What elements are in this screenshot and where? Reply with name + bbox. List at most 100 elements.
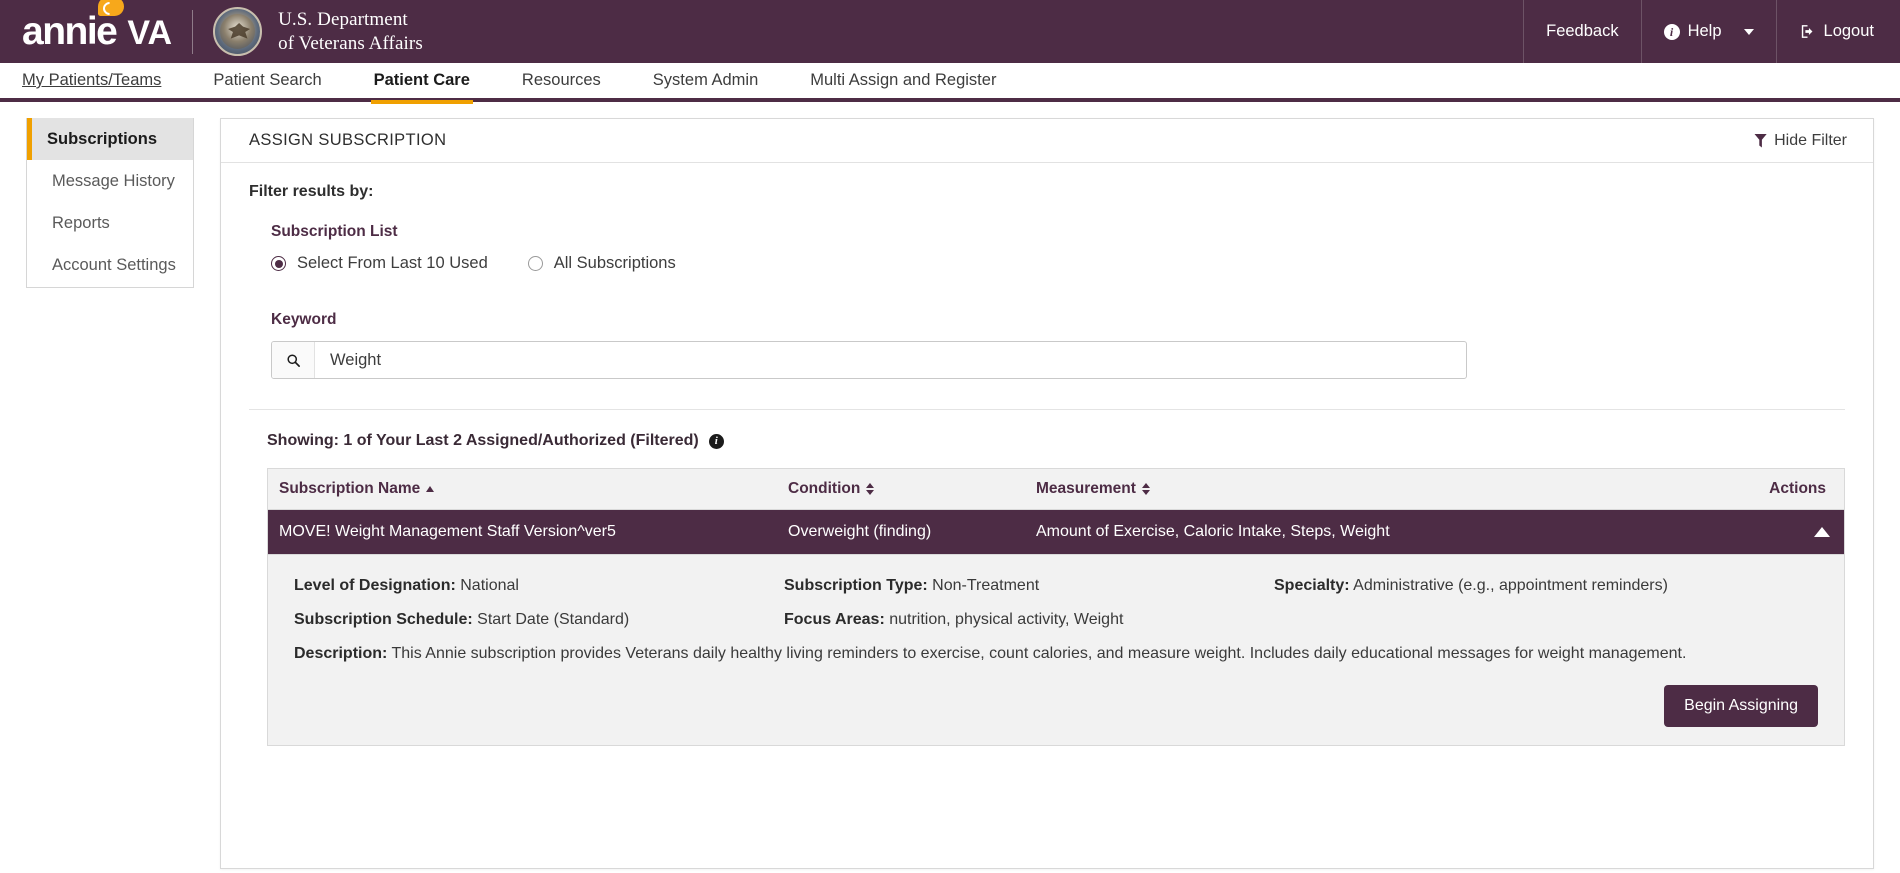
- keyword-label: Keyword: [271, 311, 337, 328]
- help-menu-button[interactable]: i Help: [1640, 0, 1776, 63]
- main-navigation: My Patients/Teams Patient Search Patient…: [0, 61, 1900, 104]
- page-title: ASSIGN SUBSCRIPTION: [249, 131, 447, 149]
- sidebar-item-label: Message History: [52, 171, 175, 190]
- column-label: Measurement: [1036, 480, 1136, 497]
- chevron-down-icon: [1743, 28, 1754, 35]
- field-label: Subscription Schedule:: [294, 611, 473, 628]
- top-brand-bar: annie VA U.S. Department of Veterans Aff…: [0, 0, 1900, 63]
- radio-label: Select From Last 10 Used: [297, 254, 488, 272]
- va-dept-line1: U.S. Department: [278, 9, 408, 31]
- field-value: nutrition, physical activity, Weight: [889, 611, 1124, 628]
- logout-button[interactable]: Logout: [1775, 0, 1900, 63]
- brand-divider: [192, 9, 194, 54]
- cell-condition: Overweight (finding): [788, 523, 932, 540]
- va-dept-line2: of Veterans Affairs: [278, 32, 423, 54]
- va-seal-icon: [213, 7, 263, 56]
- annie-wordmark: annie: [22, 10, 118, 53]
- sidebar-item-message-history[interactable]: Message History: [27, 160, 193, 202]
- search-icon-container: [272, 342, 315, 378]
- field-description: Description: This Annie subscription pro…: [294, 645, 1818, 663]
- sidebar-item-subscriptions[interactable]: Subscriptions: [27, 118, 193, 160]
- sidebar-item-label: Reports: [52, 213, 110, 232]
- radio-all-subscriptions[interactable]: All Subscriptions: [527, 254, 676, 273]
- sidebar-item-label: Subscriptions: [47, 129, 158, 148]
- sidebar-item-account-settings[interactable]: Account Settings: [27, 244, 193, 286]
- field-label: Description:: [294, 645, 388, 662]
- results-count: Showing: 1 of Your Last 2 Assigned/Autho…: [267, 432, 1845, 450]
- filter-heading: Filter results by:: [249, 183, 374, 200]
- nav-item-patient-care[interactable]: Patient Care: [370, 61, 474, 104]
- field-label: Specialty:: [1274, 577, 1350, 594]
- help-label: Help: [1687, 22, 1722, 40]
- va-department-text: U.S. Department of Veterans Affairs: [278, 8, 423, 54]
- field-label: Level of Designation:: [294, 577, 456, 594]
- field-level-of-designation: Level of Designation: National: [294, 577, 784, 595]
- logout-label: Logout: [1823, 22, 1874, 40]
- hide-filter-button[interactable]: Hide Filter: [1754, 132, 1847, 150]
- field-label: Focus Areas:: [784, 611, 885, 628]
- brand-logo-group: annie VA U.S. Department of Veterans Aff…: [0, 0, 423, 56]
- keyword-search-box: [271, 341, 1467, 379]
- radio-indicator: [527, 256, 543, 271]
- nav-item-resources[interactable]: Resources: [522, 61, 601, 100]
- subscription-detail-panel: Level of Designation: National Subscript…: [268, 554, 1844, 745]
- field-value: National: [460, 577, 519, 594]
- showing-text: Showing: 1 of Your Last 2 Assigned/Autho…: [267, 432, 699, 449]
- filter-section: Filter results by: Subscription List Sel…: [221, 163, 1873, 410]
- column-label: Subscription Name: [279, 480, 421, 497]
- sort-both-icon: [1141, 483, 1150, 495]
- cell-actions: [1734, 527, 1844, 537]
- field-subscription-type: Subscription Type: Non-Treatment: [784, 577, 1274, 595]
- column-label: Actions: [1769, 480, 1826, 497]
- nav-item-my-patients-teams[interactable]: My Patients/Teams: [22, 61, 161, 100]
- sidebar-item-label: Account Settings: [52, 255, 176, 274]
- feedback-button[interactable]: Feedback: [1523, 0, 1640, 63]
- begin-assigning-button[interactable]: Begin Assigning: [1664, 685, 1818, 727]
- sidebar-item-reports[interactable]: Reports: [27, 202, 193, 244]
- sort-ascending-icon: [426, 486, 435, 492]
- subscription-list-radio-group: Select From Last 10 Used All Subscriptio…: [271, 254, 1845, 273]
- field-value: Non-Treatment: [932, 577, 1040, 594]
- column-header-condition[interactable]: Condition: [788, 480, 1036, 498]
- cell-measurement: Amount of Exercise, Caloric Intake, Step…: [1036, 523, 1390, 540]
- speech-bubble-icon: [98, 0, 124, 16]
- column-header-actions: Actions: [1734, 480, 1844, 498]
- panel-header: ASSIGN SUBSCRIPTION Hide Filter: [221, 119, 1873, 163]
- annie-logo: annie VA: [22, 0, 173, 53]
- nav-item-multi-assign-and-register[interactable]: Multi Assign and Register: [810, 61, 996, 100]
- sidebar: Subscriptions Message History Reports Ac…: [26, 118, 194, 288]
- brand-actions: Feedback i Help Logout: [1523, 0, 1900, 63]
- table-header-row: Subscription Name Condition Measurement …: [268, 469, 1844, 510]
- feedback-label: Feedback: [1546, 22, 1619, 40]
- radio-label: All Subscriptions: [553, 254, 676, 272]
- column-label: Condition: [788, 480, 861, 497]
- column-header-subscription-name[interactable]: Subscription Name: [268, 480, 788, 498]
- search-icon: [286, 353, 300, 367]
- va-wordmark: VA: [127, 14, 173, 52]
- cell-subscription-name: MOVE! Weight Management Staff Version^ve…: [279, 523, 616, 540]
- detail-grid-spacer: [1274, 611, 1818, 629]
- nav-item-patient-search[interactable]: Patient Search: [213, 61, 321, 100]
- table-row[interactable]: MOVE! Weight Management Staff Version^ve…: [268, 510, 1844, 554]
- page-body: Subscriptions Message History Reports Ac…: [0, 102, 1900, 869]
- collapse-row-icon[interactable]: [1814, 527, 1830, 537]
- field-value: This Annie subscription provides Veteran…: [391, 645, 1687, 662]
- radio-indicator: [271, 256, 286, 271]
- column-header-measurement[interactable]: Measurement: [1036, 480, 1734, 498]
- keyword-search-input[interactable]: [315, 342, 1466, 378]
- field-focus-areas: Focus Areas: nutrition, physical activit…: [784, 611, 1274, 629]
- assign-subscription-panel: ASSIGN SUBSCRIPTION Hide Filter Filter r…: [220, 118, 1874, 869]
- subscription-list-label: Subscription List: [271, 223, 398, 240]
- nav-item-system-admin[interactable]: System Admin: [653, 61, 758, 100]
- sort-both-icon: [866, 483, 875, 495]
- detail-fields-grid: Level of Designation: National Subscript…: [294, 577, 1818, 629]
- info-icon: i: [1663, 23, 1680, 40]
- radio-select-from-last-10-used[interactable]: Select From Last 10 Used: [271, 254, 488, 273]
- info-icon[interactable]: i: [708, 433, 724, 449]
- field-value: Administrative (e.g., appointment remind…: [1353, 577, 1668, 594]
- filter-icon: [1754, 133, 1768, 148]
- subscriptions-table: Subscription Name Condition Measurement …: [267, 468, 1845, 746]
- results-section: Showing: 1 of Your Last 2 Assigned/Autho…: [221, 410, 1873, 746]
- hide-filter-label: Hide Filter: [1774, 131, 1847, 149]
- field-value: Start Date (Standard): [477, 611, 630, 628]
